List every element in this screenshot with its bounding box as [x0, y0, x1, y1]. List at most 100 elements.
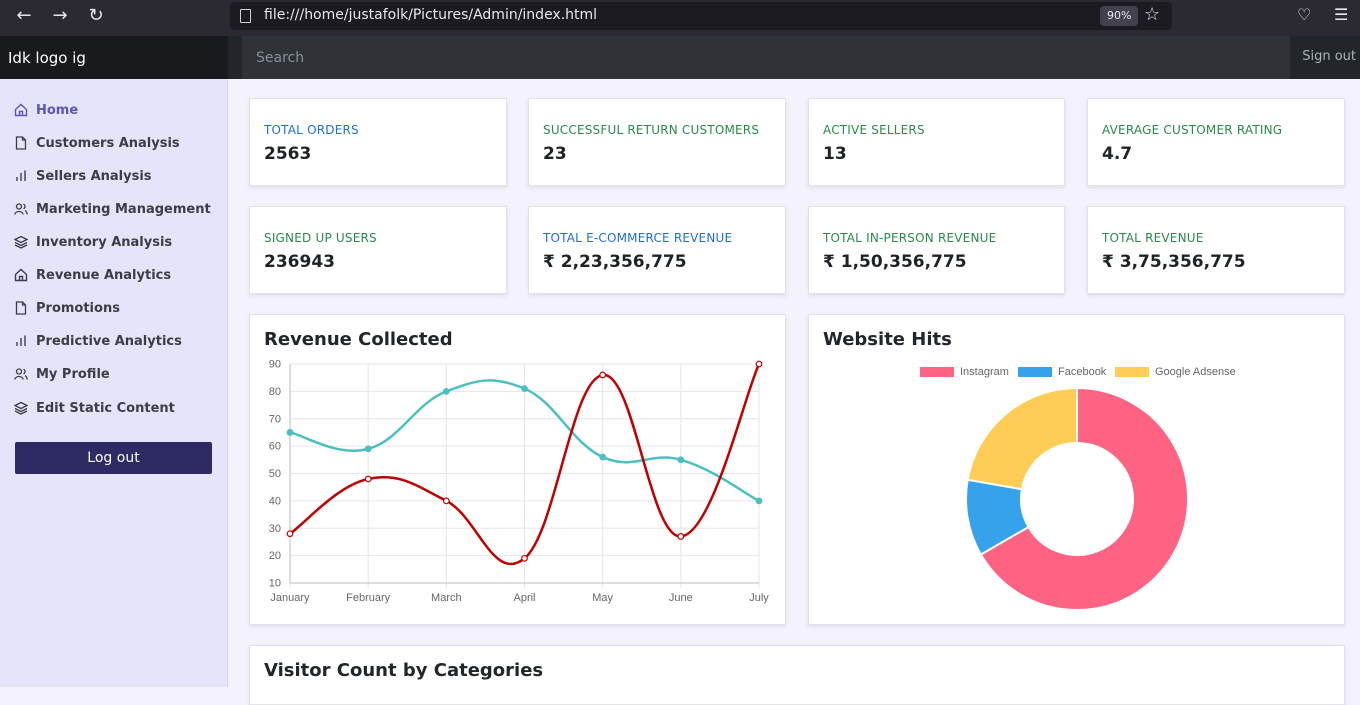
url-text[interactable]: file:///home/justafolk/Pictures/Admin/in… — [264, 7, 597, 23]
sidebar-item-edit-static-content[interactable]: Edit Static Content — [14, 397, 175, 419]
data-point — [599, 453, 607, 461]
stat-label: AVERAGE CUSTOMER RATING — [1102, 123, 1283, 137]
browser-toolbar: ← → ↻ file:///home/justafolk/Pictures/Ad… — [0, 0, 1360, 36]
legend-swatch — [1115, 367, 1149, 377]
visitor-count-panel: Visitor Count by Categories — [249, 645, 1345, 705]
logout-button[interactable]: Log out — [15, 442, 212, 474]
x-tick-label: March — [431, 592, 462, 604]
y-tick-label: 60 — [269, 441, 281, 453]
data-point — [521, 385, 528, 393]
stat-value: ₹ 1,50,356,775 — [823, 252, 967, 272]
pocket-icon[interactable]: ♡ — [1297, 5, 1311, 24]
stat-label: TOTAL IN-PERSON REVENUE — [823, 231, 997, 245]
data-point — [755, 360, 763, 368]
data-point — [599, 371, 607, 379]
stat-label: TOTAL E-COMMERCE REVENUE — [543, 231, 733, 245]
sidebar-item-label: Marketing Management — [36, 201, 211, 217]
sidebar-item-revenue-analytics[interactable]: Revenue Analytics — [14, 264, 171, 286]
users-icon — [14, 203, 28, 215]
layers-icon — [14, 401, 28, 415]
bar-chart-icon — [16, 170, 26, 181]
sidebar-item-label: My Profile — [36, 366, 110, 382]
data-point — [364, 445, 372, 453]
reload-icon[interactable]: ↻ — [82, 4, 110, 28]
sidebar-item-customers-analysis[interactable]: Customers Analysis — [14, 132, 180, 154]
sidebar-item-label: Predictive Analytics — [36, 333, 182, 349]
revenue-line-chart: 10 20 30 40 50 60 70 80 90 January February March Ap… — [269, 359, 770, 605]
stat-card-in-person-revenue: TOTAL IN-PERSON REVENUE ₹ 1,50,356,775 — [808, 206, 1065, 294]
page-icon — [240, 9, 251, 23]
data-point — [364, 475, 372, 483]
stat-value: ₹ 3,75,356,775 — [1102, 252, 1246, 272]
stat-card-signed-up-users: SIGNED UP USERS 236943 — [249, 206, 507, 294]
legend-label: Google Adsense — [1155, 366, 1236, 378]
stat-value: 13 — [823, 144, 847, 164]
stat-value: 23 — [543, 144, 567, 164]
bar-chart-icon — [16, 335, 26, 346]
data-point — [755, 497, 763, 505]
y-tick-label: 20 — [269, 550, 281, 562]
y-tick-label: 70 — [269, 413, 281, 425]
doughnut-slice-google-adsense — [966, 386, 1078, 491]
url-bar[interactable]: file:///home/justafolk/Pictures/Admin/in… — [230, 2, 1172, 30]
data-point — [442, 497, 450, 505]
sidebar-item-home[interactable]: Home — [14, 99, 78, 121]
forward-arrow-icon[interactable]: → — [46, 4, 74, 28]
y-tick-label: 10 — [269, 578, 281, 590]
data-point — [677, 533, 685, 540]
sidebar-item-inventory-analysis[interactable]: Inventory Analysis — [14, 231, 172, 253]
stat-label: TOTAL REVENUE — [1102, 231, 1204, 245]
stat-card-average-rating: AVERAGE CUSTOMER RATING 4.7 — [1087, 98, 1345, 186]
home-icon — [14, 268, 28, 282]
stat-value: 236943 — [264, 252, 335, 272]
panel-title: Visitor Count by Categories — [264, 660, 544, 681]
sidebar-item-label: Promotions — [36, 300, 120, 316]
legend-label: Facebook — [1058, 366, 1107, 378]
stat-card-total-orders: TOTAL ORDERS 2563 — [249, 98, 507, 186]
sidebar-item-sellers-analysis[interactable]: Sellers Analysis — [14, 165, 152, 187]
legend-label: Instagram — [960, 366, 1009, 378]
data-point — [442, 387, 450, 395]
home-icon — [14, 103, 28, 117]
website-hits-doughnut-chart: Instagram Facebook Google Adsense — [920, 366, 1236, 611]
file-icon — [15, 301, 27, 315]
sidebar-item-promotions[interactable]: Promotions — [14, 297, 120, 319]
stat-label: SUCCESSFUL RETURN CUSTOMERS — [543, 123, 760, 137]
sidebar-item-label: Edit Static Content — [36, 400, 175, 416]
stat-label: SIGNED UP USERS — [264, 231, 377, 245]
stat-value: 2563 — [264, 144, 312, 164]
x-tick-label: April — [513, 592, 535, 604]
search-input[interactable] — [242, 36, 1290, 79]
sidebar-item-label: Revenue Analytics — [36, 267, 172, 283]
zoom-badge[interactable]: 90% — [1100, 6, 1139, 26]
sidebar-item-label: Customers Analysis — [36, 135, 180, 151]
layers-icon — [14, 235, 28, 249]
x-tick-label: July — [749, 592, 769, 604]
brand-logo-text[interactable]: Idk logo ig — [0, 36, 228, 79]
y-tick-label: 90 — [269, 359, 281, 371]
x-tick-label: January — [270, 592, 310, 604]
bookmark-star-icon[interactable]: ☆ — [1144, 4, 1160, 25]
data-point — [286, 429, 294, 436]
y-tick-label: 50 — [269, 468, 281, 480]
legend-swatch — [920, 367, 954, 377]
website-hits-panel: Website Hits Instagram Facebook Google Ads… — [808, 314, 1345, 625]
file-icon — [15, 136, 27, 150]
y-tick-label: 40 — [269, 495, 281, 507]
sidebar-item-my-profile[interactable]: My Profile — [14, 363, 110, 385]
menu-icon[interactable]: ☰ — [1334, 5, 1348, 24]
back-arrow-icon[interactable]: ← — [10, 4, 38, 28]
sidebar-item-marketing-management[interactable]: Marketing Management — [14, 198, 211, 220]
sign-out-link[interactable]: Sign out — [1302, 49, 1356, 64]
stat-value: 4.7 — [1102, 144, 1133, 164]
stat-label: TOTAL ORDERS — [264, 123, 359, 137]
stat-card-total-revenue: TOTAL REVENUE ₹ 3,75,356,775 — [1087, 206, 1345, 294]
stat-label: ACTIVE SELLERS — [823, 123, 925, 137]
sidebar-item-label: Inventory Analysis — [36, 234, 173, 250]
data-point — [677, 456, 685, 464]
stat-card-return-customers: SUCCESSFUL RETURN CUSTOMERS 23 — [528, 98, 786, 186]
sidebar-item-predictive-analytics[interactable]: Predictive Analytics — [14, 330, 182, 352]
data-point — [286, 530, 294, 538]
sidebar-item-label: Sellers Analysis — [36, 168, 152, 184]
y-tick-label: 80 — [269, 386, 281, 398]
